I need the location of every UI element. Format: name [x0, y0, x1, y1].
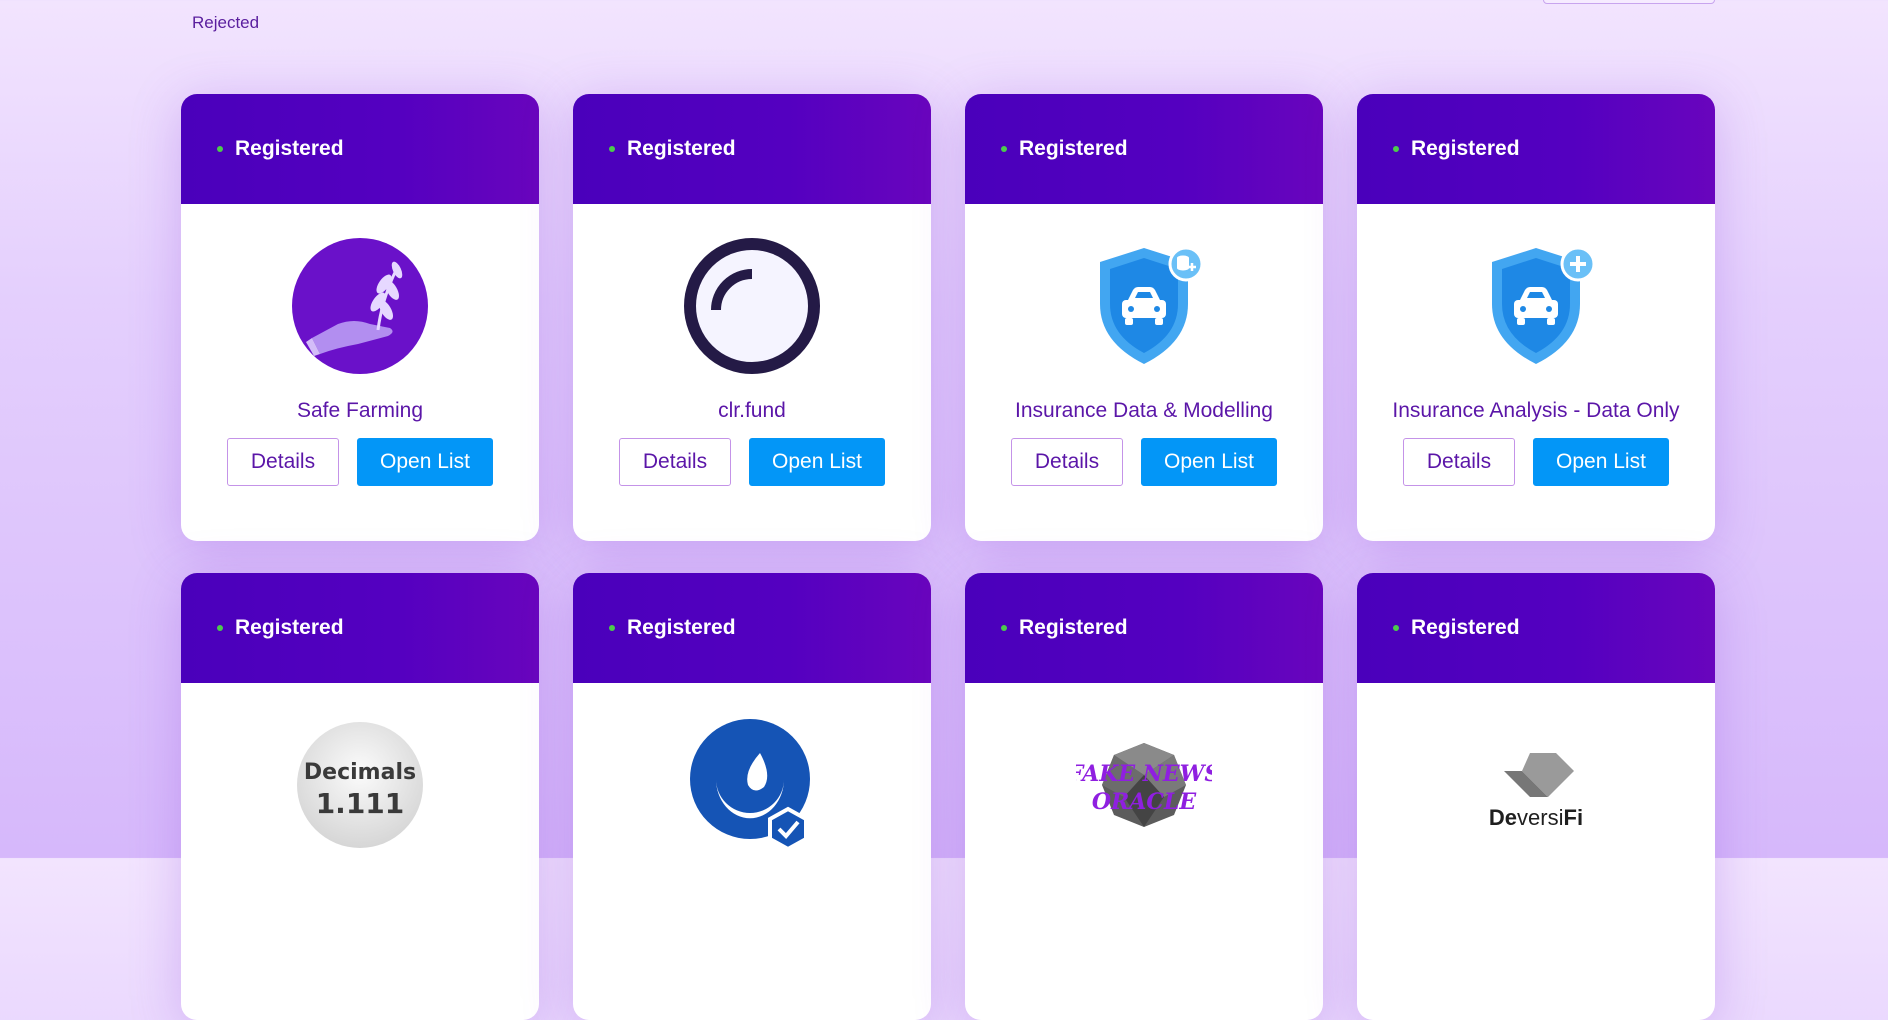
status-dot-icon: [217, 146, 223, 152]
card-body: DeversiFi: [1357, 683, 1715, 855]
details-button[interactable]: Details: [227, 438, 339, 486]
car-insurance-plus-shield-logo-icon: [1466, 236, 1606, 376]
car-insurance-data-shield-logo-icon: [1074, 236, 1214, 376]
status-label: Registered: [1019, 137, 1128, 160]
deversifi-logo-de: De: [1489, 805, 1517, 830]
decimals-logo-number: 1.111: [316, 787, 405, 820]
registry-card: Registered Decimals 1.111: [181, 573, 539, 1020]
fake-news-oracle-logo-icon: FAKE NEWS ORACLE: [1074, 715, 1214, 855]
card-header: Registered: [1357, 94, 1715, 204]
card-body: Safe Farming Details Open List: [181, 204, 539, 486]
status-label: Registered: [235, 137, 344, 160]
card-actions: Details Open List: [227, 438, 493, 486]
registry-card: Registered FAKE NEWS ORACLE: [965, 573, 1323, 1020]
status-dot-icon: [1001, 146, 1007, 152]
card-header: Registered: [573, 573, 931, 683]
card-header: Registered: [1357, 573, 1715, 683]
top-right-control[interactable]: [1543, 0, 1715, 4]
card-actions: Details Open List: [1011, 438, 1277, 486]
status-label: Registered: [627, 137, 736, 160]
registry-card: Registered clr.fund Details Open List: [573, 94, 931, 541]
status-dot-icon: [609, 146, 615, 152]
card-header: Registered: [181, 94, 539, 204]
card-header: Registered: [965, 94, 1323, 204]
details-button[interactable]: Details: [1403, 438, 1515, 486]
status-dot-icon: [1393, 625, 1399, 631]
status-label: Registered: [235, 616, 344, 639]
fake-news-logo-line1: FAKE NEWS: [1076, 761, 1212, 787]
deversifi-logo-versi: versi: [1517, 805, 1563, 830]
status-label: Registered: [1411, 137, 1520, 160]
drop-verified-logo-icon: [682, 715, 822, 855]
registry-card-grid: Registered Safe Farming Details Open Lis…: [181, 94, 1715, 1020]
status-label: Registered: [1411, 616, 1520, 639]
card-body: Decimals 1.111: [181, 683, 539, 855]
open-list-button[interactable]: Open List: [749, 438, 885, 486]
deversifi-logo-fi: Fi: [1564, 805, 1584, 830]
status-dot-icon: [217, 625, 223, 631]
card-title: clr.fund: [718, 399, 786, 422]
card-body: Insurance Analysis - Data Only Details O…: [1357, 204, 1715, 486]
registry-card: Registered Insurance Analysis - Data Onl…: [1357, 94, 1715, 541]
fake-news-logo-line2: ORACLE: [1092, 789, 1197, 815]
rejected-filter-label[interactable]: Rejected: [192, 13, 259, 33]
card-body: clr.fund Details Open List: [573, 204, 931, 486]
open-list-button[interactable]: Open List: [1141, 438, 1277, 486]
safe-farming-logo-icon: [290, 236, 430, 376]
status-dot-icon: [1001, 625, 1007, 631]
status-label: Registered: [1019, 616, 1128, 639]
clr-fund-logo-icon: [682, 236, 822, 376]
card-actions: Details Open List: [619, 438, 885, 486]
decimals-logo-icon: Decimals 1.111: [290, 715, 430, 855]
card-body: Insurance Data & Modelling Details Open …: [965, 204, 1323, 486]
card-title: Safe Farming: [296, 399, 424, 422]
details-button[interactable]: Details: [619, 438, 731, 486]
open-list-button[interactable]: Open List: [1533, 438, 1669, 486]
registry-card: Registered: [965, 94, 1323, 541]
registry-card: Registered: [573, 573, 931, 1020]
card-title: Insurance Analysis - Data Only: [1392, 399, 1680, 422]
decimals-logo-word: Decimals: [304, 760, 416, 785]
deversifi-logo-icon: DeversiFi: [1466, 715, 1606, 855]
details-button[interactable]: Details: [1011, 438, 1123, 486]
registry-card: Registered Safe Farming Details Open Lis…: [181, 94, 539, 541]
registry-card: Registered DeversiFi: [1357, 573, 1715, 1020]
card-header: Registered: [181, 573, 539, 683]
card-actions: Details Open List: [1403, 438, 1669, 486]
svg-text:DeversiFi: DeversiFi: [1489, 805, 1583, 830]
status-label: Registered: [627, 616, 736, 639]
card-header: Registered: [573, 94, 931, 204]
status-dot-icon: [1393, 146, 1399, 152]
card-body: FAKE NEWS ORACLE: [965, 683, 1323, 855]
card-body: [573, 683, 931, 855]
open-list-button[interactable]: Open List: [357, 438, 493, 486]
card-title: Insurance Data & Modelling: [1015, 399, 1273, 422]
card-header: Registered: [965, 573, 1323, 683]
status-dot-icon: [609, 625, 615, 631]
